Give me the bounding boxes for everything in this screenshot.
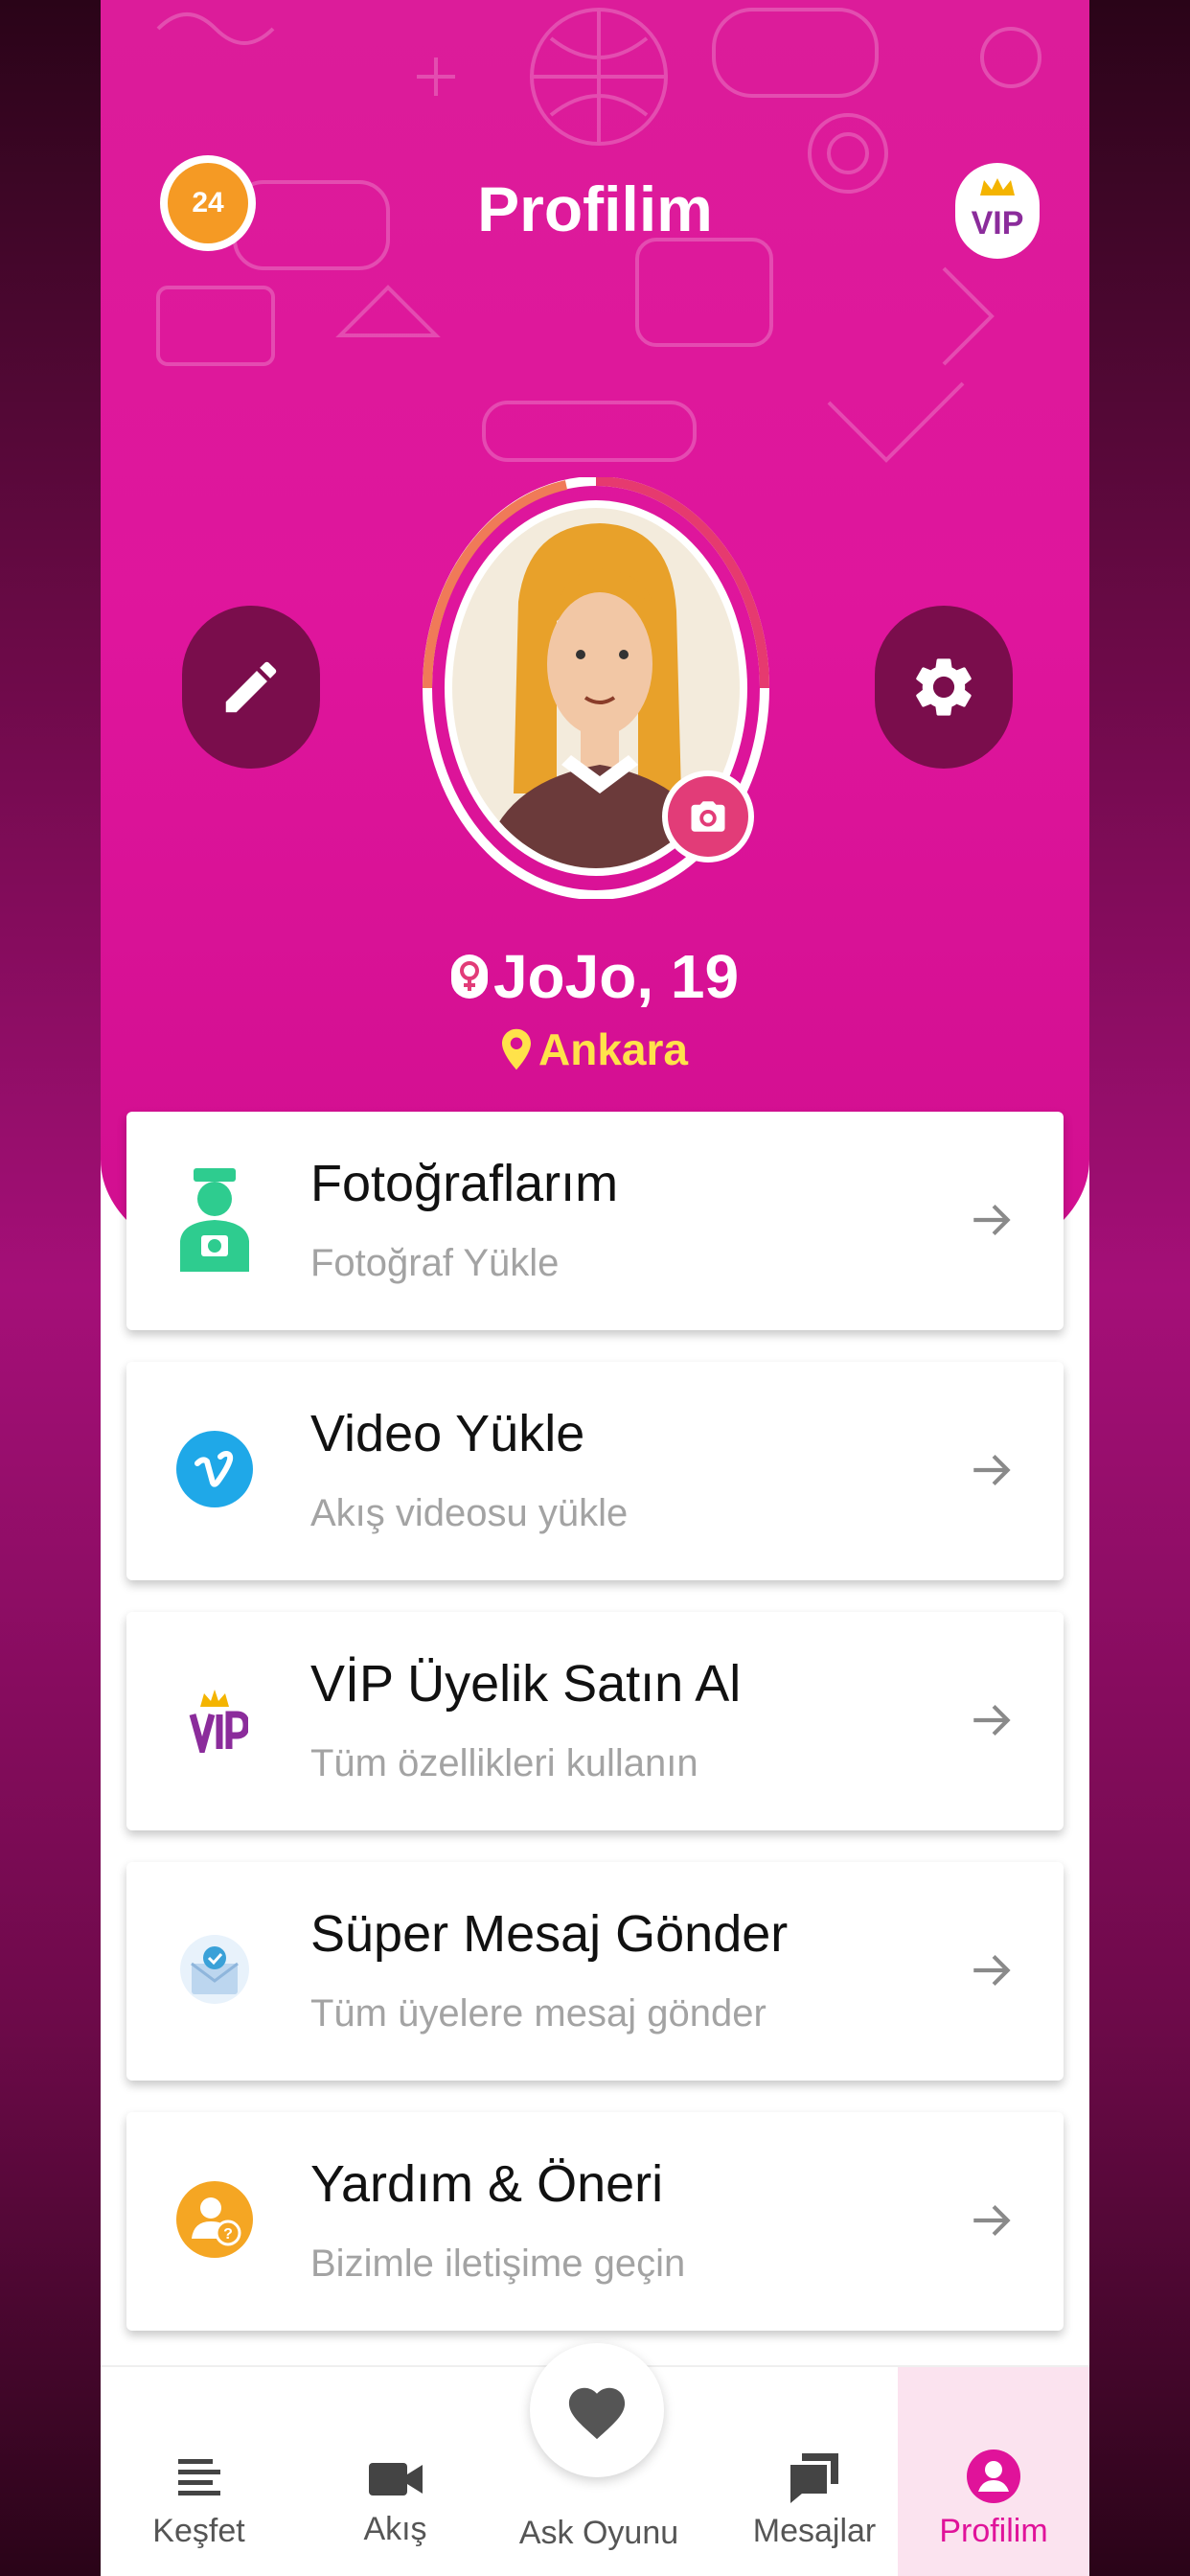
tab-profilim[interactable]: Profilim bbox=[898, 2367, 1089, 2576]
arrow-right-icon bbox=[973, 1954, 1011, 1987]
heart-icon bbox=[568, 2387, 626, 2440]
messages-icon bbox=[790, 2453, 838, 2503]
list-icon bbox=[177, 2459, 220, 2496]
video-camera-icon bbox=[368, 2463, 423, 2496]
avatar[interactable] bbox=[423, 476, 769, 900]
menu-item-subtitle: Akış videosu yükle bbox=[310, 1492, 629, 1534]
gear-icon bbox=[916, 658, 972, 716]
arrow-right-icon bbox=[973, 2204, 1011, 2237]
menu-item-subtitle: Fotoğraf Yükle bbox=[310, 1242, 560, 1284]
photographer-icon bbox=[165, 1168, 264, 1272]
menu-item-super-message[interactable]: Süper Mesaj Gönder Tüm üyelere mesaj gön… bbox=[126, 1862, 1064, 2081]
edit-profile-button[interactable] bbox=[182, 606, 320, 769]
menu-item-title: Fotoğraflarım bbox=[310, 1155, 619, 1212]
arrow-right-icon bbox=[973, 1454, 1011, 1486]
menu-item-title: Yardım & Öneri bbox=[310, 2155, 664, 2213]
tab-label: Akış bbox=[363, 2511, 427, 2547]
tab-mesajlar[interactable]: Mesajlar bbox=[723, 2367, 905, 2576]
change-photo-button[interactable] bbox=[662, 770, 754, 862]
svg-text:?: ? bbox=[223, 2226, 233, 2242]
menu-item-subtitle: Tüm üyelere mesaj gönder bbox=[310, 1992, 767, 2035]
menu-item-photos[interactable]: Fotoğraflarım Fotoğraf Yükle bbox=[126, 1112, 1064, 1330]
name-age-text: JoJo, 19 bbox=[492, 942, 740, 1011]
vip-button[interactable]: VIP bbox=[955, 163, 1040, 259]
menu-item-title: Video Yükle bbox=[310, 1405, 585, 1462]
menu-item-video[interactable]: Video Yükle Akış videosu yükle bbox=[126, 1362, 1064, 1580]
tab-label: Ask Oyunu bbox=[518, 2515, 679, 2551]
tab-label: Keşfet bbox=[152, 2513, 245, 2549]
tab-kesfet[interactable]: Keşfet bbox=[120, 2367, 278, 2576]
menu-item-subtitle: Bizimle iletişime geçin bbox=[310, 2242, 686, 2285]
profile-location: Ankara bbox=[101, 1024, 1089, 1075]
help-user-icon: ? bbox=[165, 2170, 264, 2269]
vip-label: VIP bbox=[971, 204, 1024, 242]
pencil-icon bbox=[225, 661, 277, 713]
background-doodles bbox=[156, 8, 1041, 463]
profile-menu: Fotoğraflarım Fotoğraf Yükle Video Yükle… bbox=[126, 1112, 1064, 2362]
menu-item-title: VİP Üyelik Satın Al bbox=[310, 1655, 742, 1713]
menu-item-help[interactable]: ? Yardım & Öneri Bizimle iletişime geçin bbox=[126, 2112, 1064, 2331]
phone-screen: 24 Profilim VIP JoJo, 19 Ankara Fotoğraf… bbox=[101, 0, 1089, 2576]
tab-label: Profilim bbox=[939, 2513, 1048, 2549]
settings-button[interactable] bbox=[875, 606, 1013, 769]
profile-icon bbox=[967, 2450, 1020, 2503]
camera-icon bbox=[691, 801, 725, 832]
menu-item-vip[interactable]: VİP Üyelik Satın Al Tüm özellikleri kull… bbox=[126, 1612, 1064, 1830]
page-title: Profilim bbox=[477, 173, 713, 244]
super-message-icon bbox=[165, 1920, 264, 2019]
ask-oyunu-heart-button[interactable] bbox=[530, 2343, 664, 2477]
profile-header: 24 Profilim VIP JoJo, 19 Ankara bbox=[101, 0, 1089, 1265]
crown-icon bbox=[980, 178, 1015, 196]
arrow-right-icon bbox=[973, 1204, 1011, 1236]
female-icon bbox=[450, 954, 488, 999]
location-pin-icon bbox=[502, 1028, 532, 1070]
vip-crown-icon bbox=[165, 1669, 264, 1769]
vimeo-icon bbox=[165, 1419, 264, 1519]
arrow-right-icon bbox=[973, 1704, 1011, 1736]
menu-item-title: Süper Mesaj Gönder bbox=[310, 1905, 789, 1963]
city-text: Ankara bbox=[538, 1024, 688, 1074]
tab-label: Mesajlar bbox=[752, 2513, 877, 2549]
profile-name: JoJo, 19 bbox=[101, 941, 1089, 1012]
menu-item-subtitle: Tüm özellikleri kullanın bbox=[310, 1742, 698, 1784]
tab-akis[interactable]: Akış bbox=[316, 2367, 474, 2576]
